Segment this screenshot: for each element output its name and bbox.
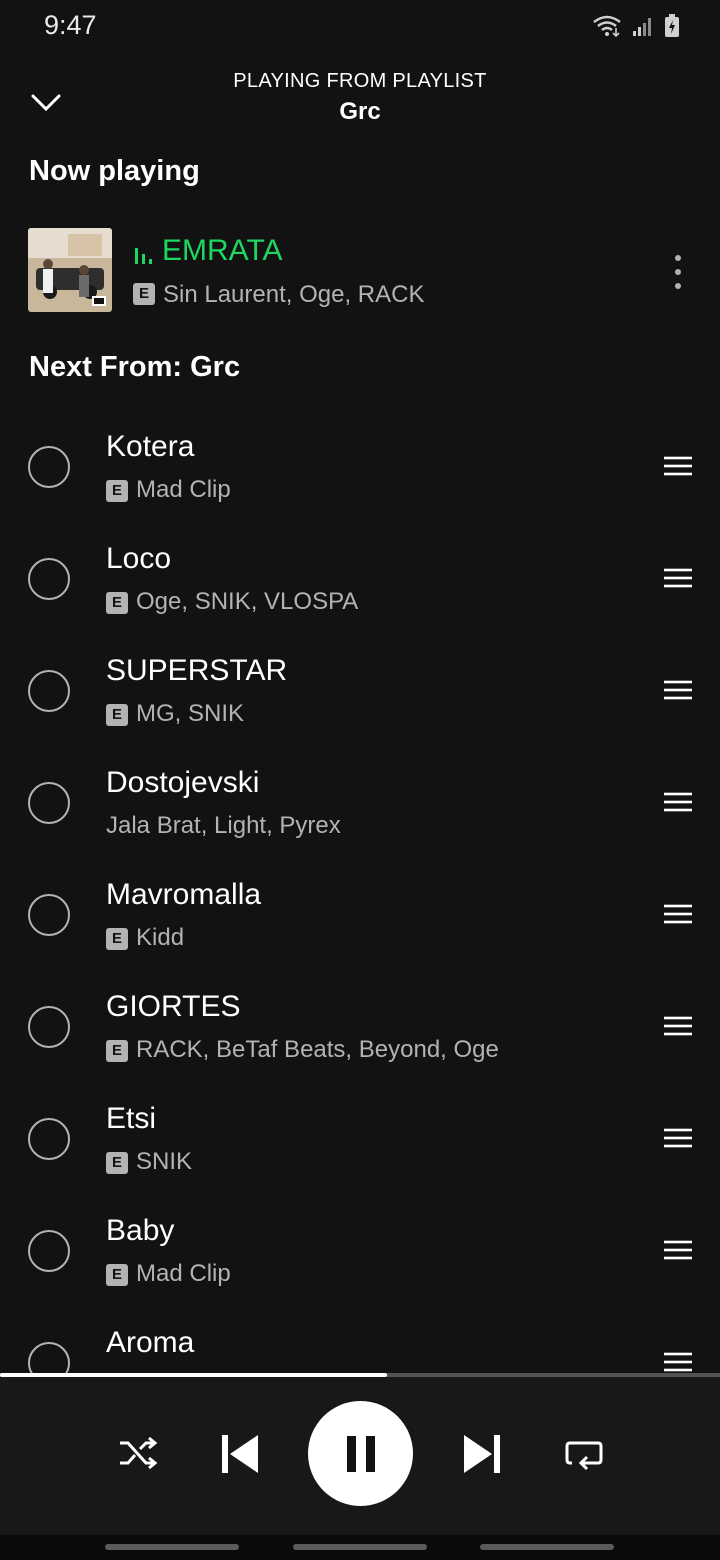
queue-item[interactable]: Dostojevski Jala Brat, Light, Pyrex xyxy=(0,748,720,860)
drag-handle-icon[interactable] xyxy=(664,1352,692,1372)
queue-item[interactable]: Baby E Mad Clip xyxy=(0,1196,720,1308)
playlist-name[interactable]: Grc xyxy=(0,98,720,126)
queue-item-artists: Mad Clip xyxy=(136,1260,231,1287)
explicit-badge: E xyxy=(106,1152,128,1174)
queue-item[interactable]: Loco E Oge, SNIK, VLOSPA xyxy=(0,524,720,636)
drag-handle-icon[interactable] xyxy=(664,568,692,588)
queue-item-subtitle: E RACK, BeTaf Beats, Beyond, Oge xyxy=(106,1036,499,1064)
select-radio[interactable] xyxy=(28,782,70,824)
drag-handle-icon[interactable] xyxy=(664,1240,692,1260)
explicit-badge: E xyxy=(106,1040,128,1062)
queue-item-subtitle: E SNIK xyxy=(106,1148,192,1176)
select-radio[interactable] xyxy=(28,670,70,712)
explicit-badge: E xyxy=(106,1264,128,1286)
repeat-icon xyxy=(565,1441,603,1471)
queue-item[interactable]: Kotera E Mad Clip xyxy=(0,412,720,524)
system-nav-bar xyxy=(0,1535,720,1560)
queue-item-subtitle: E Mad Clip xyxy=(106,476,231,504)
equalizer-icon xyxy=(135,248,152,264)
queue-item-artists: Mad Clip xyxy=(136,476,231,503)
status-icons xyxy=(592,14,680,38)
select-radio[interactable] xyxy=(28,894,70,936)
queue-item[interactable]: Aroma xyxy=(0,1308,720,1374)
queue-item-title: SUPERSTAR xyxy=(106,654,288,687)
queue-item-artists: Kidd xyxy=(136,924,185,951)
queue-item-title: Mavromalla xyxy=(106,878,262,911)
next-from-heading: Next From: Grc xyxy=(29,351,241,383)
queue-item-title: Loco xyxy=(106,542,172,575)
queue-list: Kotera E Mad Clip Loco E Oge, SNIK, VLOSPA SUP… xyxy=(0,412,720,1374)
queue-item-artists: RACK, BeTaf Beats, Beyond, Oge xyxy=(136,1036,499,1063)
queue-item-subtitle: E Mad Clip xyxy=(106,1260,231,1288)
queue-item-title: Etsi xyxy=(106,1102,157,1135)
queue-item-artists: Jala Brat, Light, Pyrex xyxy=(106,812,341,839)
queue-item-subtitle: Jala Brat, Light, Pyrex xyxy=(106,812,341,840)
now-playing-artists: Sin Laurent, Oge, RACK xyxy=(163,281,425,308)
queue-item-title: Dostojevski xyxy=(106,766,260,799)
signal-icon xyxy=(633,18,651,36)
drag-handle-icon[interactable] xyxy=(664,1128,692,1148)
drag-handle-icon[interactable] xyxy=(664,680,692,700)
now-playing-title: EMRATA xyxy=(162,234,283,267)
select-radio[interactable] xyxy=(28,558,70,600)
queue-item-artists: Oge, SNIK, VLOSPA xyxy=(136,588,359,615)
drag-handle-icon[interactable] xyxy=(664,1016,692,1036)
nav-recent-button[interactable] xyxy=(105,1544,239,1550)
next-button[interactable] xyxy=(454,1429,510,1479)
next-icon xyxy=(464,1435,500,1473)
queue-item-title: Aroma xyxy=(106,1326,195,1359)
context-label: PLAYING FROM PLAYLIST xyxy=(233,70,487,92)
battery-charging-icon xyxy=(665,14,679,37)
select-radio[interactable] xyxy=(28,1342,70,1374)
explicit-badge: E xyxy=(106,928,128,950)
select-radio[interactable] xyxy=(28,1118,70,1160)
queue-item-title: Baby xyxy=(106,1214,175,1247)
queue-item-subtitle: E Kidd xyxy=(106,924,184,952)
drag-handle-icon[interactable] xyxy=(664,792,692,812)
queue-item-artists: SNIK xyxy=(136,1148,193,1175)
nav-home-button[interactable] xyxy=(293,1544,427,1550)
status-bar: 9:47 xyxy=(0,0,720,54)
queue-item-subtitle: E Oge, SNIK, VLOSPA xyxy=(106,588,358,616)
wifi-icon xyxy=(593,15,621,38)
queue-item[interactable]: Mavromalla E Kidd xyxy=(0,860,720,972)
queue-item-artists: MG, SNIK xyxy=(136,700,245,727)
queue-item-title: GIORTES xyxy=(106,990,241,1023)
playback-controls xyxy=(0,1377,720,1535)
select-radio[interactable] xyxy=(28,446,70,488)
queue-item[interactable]: GIORTES E RACK, BeTaf Beats, Beyond, Oge xyxy=(0,972,720,1084)
explicit-badge: E xyxy=(106,480,128,502)
explicit-badge: E xyxy=(133,283,155,305)
pause-icon xyxy=(346,1435,375,1472)
select-radio[interactable] xyxy=(28,1230,70,1272)
queue-item[interactable]: SUPERSTAR E MG, SNIK xyxy=(0,636,720,748)
explicit-badge: E xyxy=(106,592,128,614)
queue-item[interactable]: Etsi E SNIK xyxy=(0,1084,720,1196)
player-header: PLAYING FROM PLAYLIST Grc xyxy=(0,60,720,140)
more-options-icon[interactable] xyxy=(668,254,688,290)
shuffle-button[interactable] xyxy=(114,1429,162,1477)
repeat-button[interactable] xyxy=(560,1429,608,1477)
previous-button[interactable] xyxy=(212,1429,268,1479)
now-playing-heading: Now playing xyxy=(29,155,200,187)
queue-item-subtitle: E MG, SNIK xyxy=(106,700,244,728)
shuffle-icon xyxy=(120,1436,158,1470)
pause-button[interactable] xyxy=(308,1401,413,1506)
explicit-badge: E xyxy=(106,704,128,726)
queue-item-title: Kotera xyxy=(106,430,195,463)
select-radio[interactable] xyxy=(28,1006,70,1048)
now-playing-row[interactable]: EMRATA E Sin Laurent, Oge, RACK xyxy=(0,226,720,316)
status-time: 9:47 xyxy=(44,10,97,40)
previous-icon xyxy=(222,1435,258,1473)
nav-back-button[interactable] xyxy=(480,1544,614,1550)
drag-handle-icon[interactable] xyxy=(664,904,692,924)
drag-handle-icon[interactable] xyxy=(664,456,692,476)
album-cover xyxy=(28,228,112,312)
